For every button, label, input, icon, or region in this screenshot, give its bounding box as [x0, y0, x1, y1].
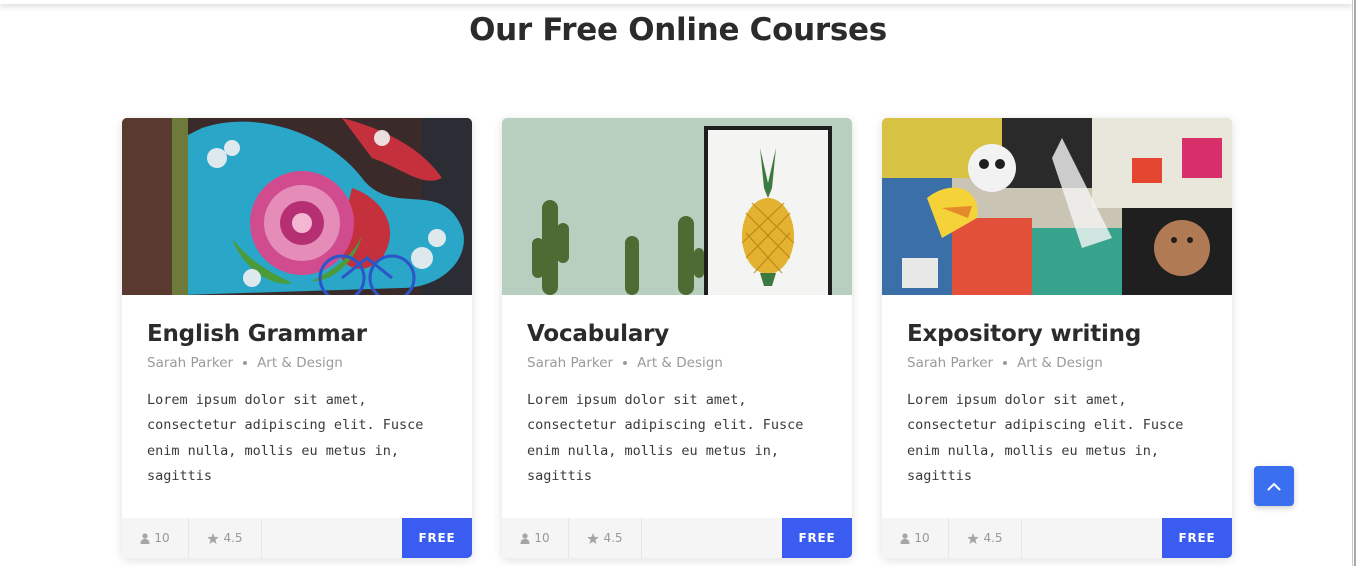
section-title: Our Free Online Courses	[469, 12, 887, 48]
course-author[interactable]: Sarah Parker	[527, 355, 613, 371]
price-badge[interactable]: FREE	[1162, 518, 1232, 558]
students-value: 10	[914, 531, 930, 545]
course-title[interactable]: Expository writing	[907, 321, 1207, 347]
page-scrollbar[interactable]	[1352, 0, 1356, 566]
star-icon	[207, 532, 220, 544]
course-title[interactable]: English Grammar	[147, 321, 447, 347]
students-value: 10	[534, 531, 550, 545]
street-art-mural-image	[122, 118, 472, 295]
rating-value: 4.5	[603, 531, 623, 545]
graffiti-wall-image	[882, 118, 1232, 295]
students-count: 10	[122, 518, 189, 558]
star-icon	[967, 532, 980, 544]
chevron-up-icon	[1267, 482, 1281, 490]
course-image[interactable]	[122, 118, 472, 295]
course-cards: English Grammar Sarah Parker Art & Desig…	[122, 118, 1232, 558]
students-count: 10	[502, 518, 569, 558]
course-footer: 10 4.5 FREE	[882, 518, 1232, 558]
course-meta: Sarah Parker Art & Design	[147, 355, 447, 371]
user-icon	[140, 532, 150, 544]
course-title[interactable]: Vocabulary	[527, 321, 827, 347]
students-count: 10	[882, 518, 949, 558]
course-category[interactable]: Art & Design	[1017, 355, 1103, 371]
meta-separator	[1003, 361, 1008, 365]
meta-separator	[623, 361, 628, 365]
rating-value: 4.5	[223, 531, 243, 545]
meta-separator	[243, 361, 248, 365]
top-header-shadow	[0, 0, 1352, 4]
course-rating: 4.5	[569, 518, 642, 558]
price-badge[interactable]: FREE	[402, 518, 472, 558]
course-author[interactable]: Sarah Parker	[147, 355, 233, 371]
course-description: Lorem ipsum dolor sit amet, consectetur …	[907, 392, 1184, 484]
course-image[interactable]	[502, 118, 852, 295]
cactus-pineapple-image	[502, 118, 852, 295]
course-footer: 10 4.5 FREE	[502, 518, 852, 558]
star-icon	[587, 532, 600, 544]
students-value: 10	[154, 531, 170, 545]
course-footer: 10 4.5 FREE	[122, 518, 472, 558]
course-card[interactable]: Vocabulary Sarah Parker Art & Design Lor…	[502, 118, 852, 558]
course-category[interactable]: Art & Design	[257, 355, 343, 371]
rating-value: 4.5	[983, 531, 1003, 545]
price-badge[interactable]: FREE	[782, 518, 852, 558]
course-meta: Sarah Parker Art & Design	[527, 355, 827, 371]
course-rating: 4.5	[189, 518, 262, 558]
course-description: Lorem ipsum dolor sit amet, consectetur …	[527, 392, 804, 484]
course-author[interactable]: Sarah Parker	[907, 355, 993, 371]
course-image[interactable]	[882, 118, 1232, 295]
course-meta: Sarah Parker Art & Design	[907, 355, 1207, 371]
course-category[interactable]: Art & Design	[637, 355, 723, 371]
back-to-top-button[interactable]	[1254, 466, 1294, 506]
course-description: Lorem ipsum dolor sit amet, consectetur …	[147, 392, 424, 484]
course-card[interactable]: English Grammar Sarah Parker Art & Desig…	[122, 118, 472, 558]
user-icon	[900, 532, 910, 544]
course-rating: 4.5	[949, 518, 1022, 558]
user-icon	[520, 532, 530, 544]
course-card[interactable]: Expository writing Sarah Parker Art & De…	[882, 118, 1232, 558]
